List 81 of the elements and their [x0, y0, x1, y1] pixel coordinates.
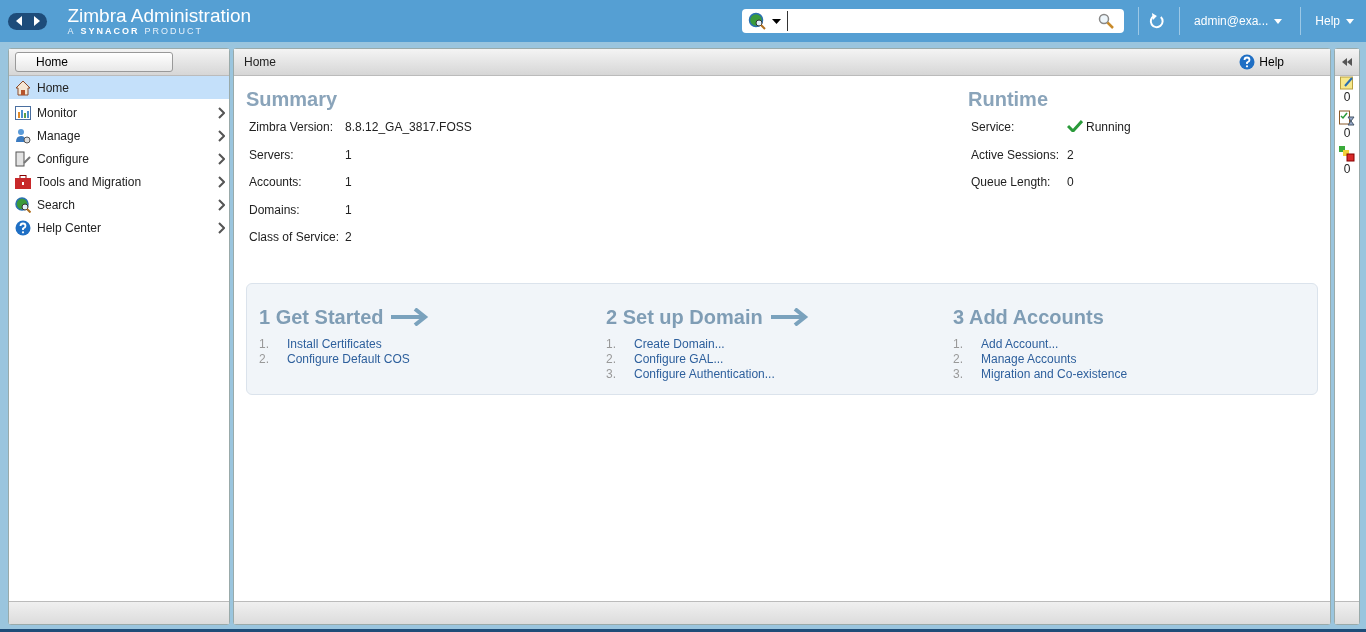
nav-item[interactable]: Manage [9, 124, 229, 147]
colored-squares-icon[interactable] [1339, 146, 1355, 162]
page-title: Home [244, 55, 276, 69]
field-value: 1 [345, 146, 353, 164]
field-value: 0 [1067, 174, 1074, 190]
subtitle-text: PRODUCT [144, 26, 203, 36]
help-icon [1239, 54, 1256, 70]
house-icon [15, 79, 31, 96]
breadcrumb-dropdown[interactable]: Home [15, 52, 173, 72]
link[interactable]: Configure Default COS [287, 351, 410, 367]
list-number: 3. [953, 366, 964, 382]
notepad-pencil-icon[interactable] [1340, 76, 1354, 90]
back-forward-buttons[interactable] [8, 12, 48, 30]
chevron-right-icon [218, 152, 225, 165]
nav-item[interactable]: Home [9, 76, 229, 99]
caret-icon [1346, 18, 1354, 24]
help-icon [15, 219, 31, 236]
chevron-right-icon [218, 221, 225, 234]
list-number: 1. [953, 336, 964, 352]
field-value: 2 [345, 229, 353, 246]
step-heading: 1 Get Started [259, 305, 384, 329]
count: 0 [1343, 126, 1351, 140]
nav-item[interactable]: Configure [9, 147, 229, 170]
clipboard-hourglass-icon[interactable] [1339, 110, 1355, 126]
dropdown-caret-icon[interactable] [771, 18, 781, 24]
link[interactable]: Add Account... [981, 336, 1128, 352]
list-number: 2. [953, 351, 964, 367]
field-value: 2 [1067, 146, 1074, 163]
field-value: 1 [345, 174, 353, 191]
chevron-right-icon [218, 175, 225, 188]
section-heading: Runtime [968, 88, 1049, 111]
field-label: Queue Length: [971, 174, 1052, 191]
search-icon[interactable] [1098, 13, 1115, 29]
list-number: 1. [606, 336, 617, 352]
server-wrench-icon [15, 150, 31, 167]
subtitle-brand: SYNACOR [80, 26, 140, 36]
search-field[interactable] [741, 9, 1125, 33]
section-heading: Summary [246, 88, 339, 111]
nav-item[interactable]: Monitor [9, 101, 229, 124]
field-label: Servers: [249, 146, 295, 164]
chevron-right-icon [218, 129, 225, 142]
count: 0 [1343, 162, 1351, 176]
field-value: 8.8.12_GA_3817.FOSS [345, 119, 473, 136]
step-heading: 3 Add Accounts [953, 305, 1104, 329]
chevron-right-icon [218, 106, 225, 119]
list-number: 2. [259, 351, 270, 367]
field-label: Zimbra Version: [249, 119, 335, 136]
field-label: Domains: [249, 201, 301, 219]
field-label: Accounts: [249, 174, 303, 191]
user-gear-icon [15, 127, 31, 144]
toolbox-icon [15, 174, 31, 189]
globe-search-icon [15, 196, 31, 213]
link[interactable]: Configure Authentication... [634, 366, 775, 382]
collapse-icon[interactable] [1342, 58, 1352, 66]
link[interactable]: Configure GAL... [634, 351, 775, 367]
count: 0 [1343, 90, 1351, 104]
field-label: Class of Service: [249, 229, 340, 246]
link[interactable]: Install Certificates [287, 336, 410, 352]
link[interactable]: Manage Accounts [981, 351, 1128, 367]
list-number: 3. [606, 366, 617, 382]
field-label: Active Sessions: [971, 146, 1061, 164]
subtitle-text: A [67, 26, 76, 36]
chevron-right-icon [218, 198, 225, 211]
step-heading: 2 Set up Domain [606, 305, 763, 329]
nav-item[interactable]: Search [9, 193, 229, 216]
app-title: Zimbra Administration [67, 6, 253, 26]
bar-chart-icon [15, 105, 31, 120]
link[interactable]: Migration and Co-existence [981, 366, 1128, 382]
globe-search-icon[interactable] [747, 12, 766, 30]
field-label: Service: [971, 119, 1016, 136]
nav-item[interactable]: Help Center [9, 216, 229, 239]
nav-item[interactable]: Tools and Migration [9, 170, 229, 193]
list-number: 2. [606, 351, 617, 367]
list-number: 1. [259, 336, 270, 352]
caret-icon [1274, 18, 1283, 24]
refresh-icon[interactable] [1149, 12, 1166, 30]
field-value: Running [1086, 119, 1131, 135]
field-value: 1 [345, 201, 353, 219]
panel-footer [1335, 601, 1359, 624]
link[interactable]: Create Domain... [634, 336, 775, 352]
help-button[interactable]: Help [1233, 53, 1290, 71]
